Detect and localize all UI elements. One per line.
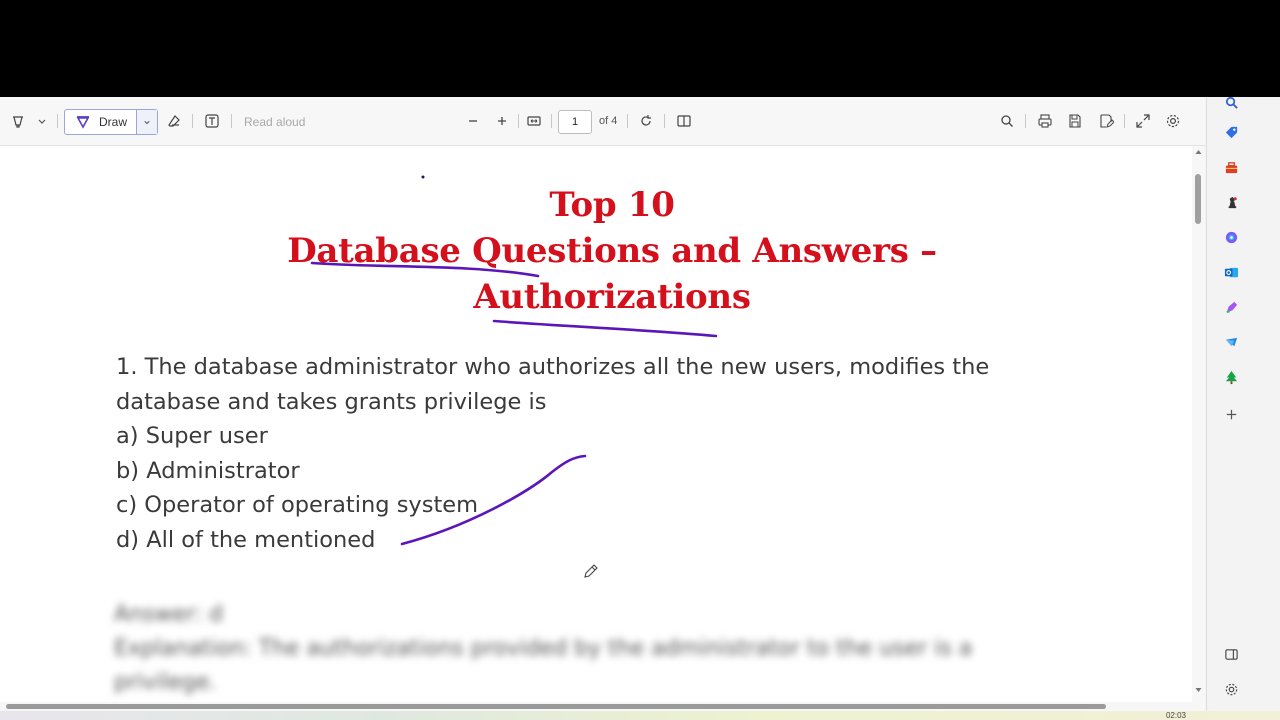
- save-as-icon[interactable]: [1096, 111, 1116, 131]
- fit-width-icon[interactable]: [524, 111, 544, 131]
- read-aloud-button[interactable]: Read aloud: [244, 115, 305, 129]
- question-block: 1. The database administrator who author…: [116, 350, 1076, 557]
- explanation-line-2: privilege.: [114, 670, 217, 695]
- toolbar-divider: [57, 114, 58, 128]
- option-c: c) Operator of operating system: [116, 492, 479, 518]
- tag-icon[interactable]: [1222, 123, 1240, 141]
- title-line-2: Database Questions and Answers –: [287, 231, 937, 271]
- horizontal-scroll-thumb[interactable]: [6, 704, 1106, 709]
- scroll-down-arrow-icon[interactable]: [1194, 686, 1203, 694]
- taskbar-clock: 02:03: [1165, 711, 1186, 720]
- option-a: a) Super user: [116, 423, 268, 449]
- designer-icon[interactable]: [1222, 298, 1240, 316]
- copilot-icon[interactable]: [1222, 228, 1240, 246]
- toolbar-divider: [1124, 114, 1125, 128]
- toolbar-divider: [1025, 114, 1026, 128]
- vertical-scroll-thumb[interactable]: [1195, 174, 1201, 224]
- sidebar-panel-icon[interactable]: [1222, 645, 1240, 663]
- highlight-icon[interactable]: [8, 111, 28, 131]
- taskbar-strip: 02:03: [0, 711, 1280, 720]
- horizontal-scrollbar[interactable]: [0, 702, 1205, 711]
- pencil-cursor-icon: [584, 564, 598, 578]
- text-box-icon[interactable]: [202, 111, 222, 131]
- toolbar-divider: [627, 114, 628, 128]
- underline-authorizations: [492, 319, 718, 338]
- toolbar-divider: [231, 114, 232, 128]
- title-line-1: Top 10: [549, 185, 675, 225]
- explanation-line-1: Explanation: The authorizations provided…: [114, 636, 973, 661]
- draw-label: Draw: [99, 115, 128, 129]
- option-b: b) Administrator: [116, 457, 300, 484]
- expand-icon[interactable]: [1133, 111, 1153, 131]
- add-icon[interactable]: [1222, 405, 1240, 423]
- draw-button[interactable]: Draw: [64, 109, 158, 135]
- draw-options-chevron-icon[interactable]: [136, 110, 157, 134]
- pdf-page: Top 10 Database Questions and Answers – …: [0, 146, 1192, 702]
- tree-icon[interactable]: [1222, 368, 1240, 386]
- chess-icon[interactable]: [1222, 193, 1240, 211]
- vertical-scrollbar[interactable]: [1192, 146, 1205, 702]
- settings-icon[interactable]: [1163, 111, 1183, 131]
- toolbar-divider: [664, 114, 665, 128]
- zoom-out-icon[interactable]: [464, 111, 482, 131]
- question-text-line-1: 1. The database administrator who author…: [116, 354, 990, 380]
- pdf-viewer-window: Draw Read aloud 1 of 4 Top 10 Database Q…: [0, 97, 1280, 720]
- save-icon[interactable]: [1065, 111, 1085, 131]
- pdf-toolbar: Draw Read aloud 1 of 4: [0, 97, 1205, 146]
- page-number-input[interactable]: 1: [558, 110, 592, 134]
- answer-line: Answer: d: [114, 602, 224, 627]
- sidebar-settings-icon[interactable]: [1222, 680, 1240, 698]
- draw-pen-icon: [75, 114, 91, 130]
- eraser-icon[interactable]: [164, 111, 184, 131]
- find-icon[interactable]: [997, 111, 1017, 131]
- rotate-icon[interactable]: [636, 111, 656, 131]
- ink-dot: [421, 175, 425, 179]
- toolbar-divider: [192, 114, 193, 128]
- page-total: of 4: [599, 115, 618, 127]
- zoom-in-icon[interactable]: [493, 111, 511, 131]
- browser-sidebar: [1206, 97, 1255, 720]
- chevron-down-icon[interactable]: [34, 111, 50, 131]
- toolbar-divider: [518, 114, 519, 128]
- toolbox-icon[interactable]: [1222, 158, 1240, 176]
- send-icon[interactable]: [1222, 333, 1240, 351]
- outlook-icon[interactable]: [1222, 263, 1240, 281]
- answer-block-blurred: Answer: d Explanation: The authorization…: [114, 598, 1074, 700]
- search-icon[interactable]: [1222, 97, 1240, 111]
- toolbar-divider: [551, 114, 552, 128]
- question-text-line-2: database and takes grants privilege is: [116, 388, 547, 415]
- scroll-up-arrow-icon[interactable]: [1194, 148, 1203, 156]
- option-d: d) All of the mentioned: [116, 526, 376, 553]
- print-icon[interactable]: [1035, 111, 1055, 131]
- title-line-3: Authorizations: [473, 277, 751, 317]
- document-title: Top 10 Database Questions and Answers – …: [0, 182, 1192, 320]
- page-view-icon[interactable]: [674, 111, 694, 131]
